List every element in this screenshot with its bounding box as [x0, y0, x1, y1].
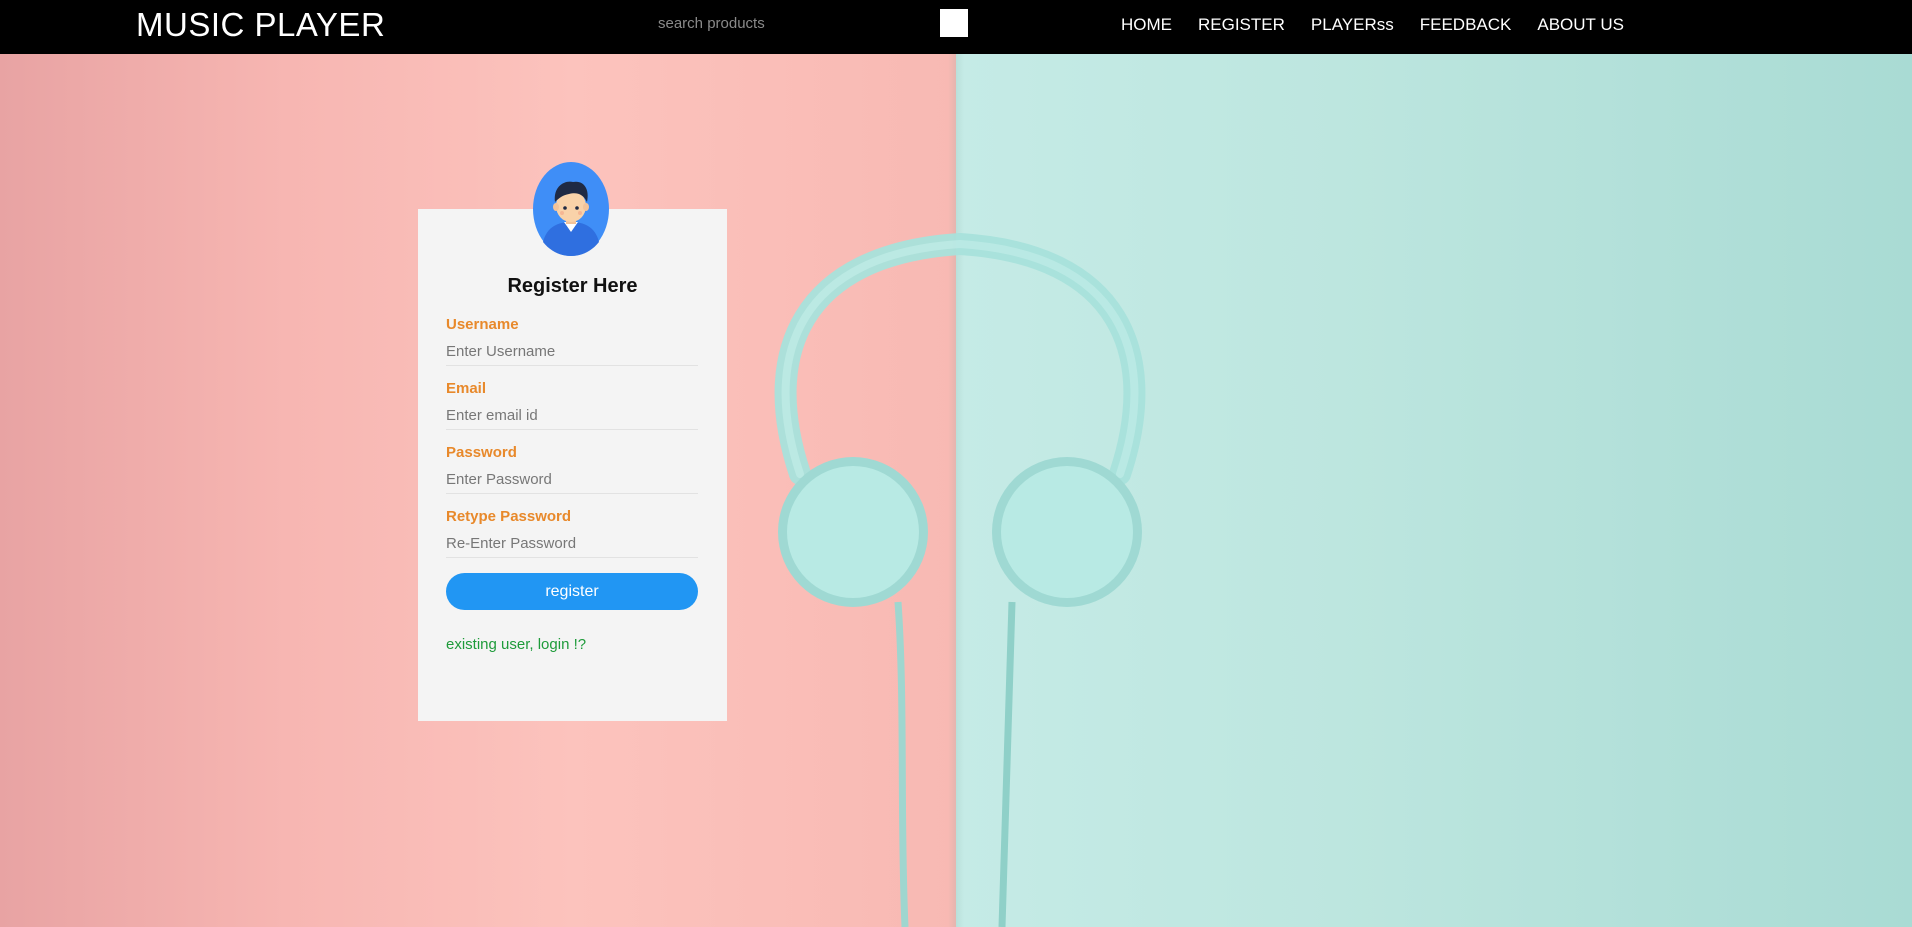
retype-password-label: Retype Password [446, 508, 572, 525]
register-card: Register Here Username Email Password Re… [418, 209, 727, 721]
top-navbar: MUSIC PLAYER HOME REGISTER PLAYERss FEED… [0, 0, 1912, 54]
search-input[interactable] [658, 11, 928, 35]
username-field[interactable] [446, 338, 698, 366]
login-link[interactable]: existing user, login !? [446, 636, 586, 653]
user-avatar-icon [533, 162, 609, 256]
background [0, 54, 1912, 927]
password-field[interactable] [446, 466, 698, 494]
nav-link-home[interactable]: HOME [1121, 15, 1172, 35]
username-label: Username [446, 316, 519, 333]
nav-link-about-us[interactable]: ABOUT US [1537, 15, 1624, 35]
email-label: Email [446, 380, 487, 397]
password-label: Password [446, 444, 517, 461]
form-title: Register Here [507, 275, 638, 297]
register-button[interactable]: register [446, 573, 698, 610]
nav-link-players[interactable]: PLAYERss [1311, 15, 1394, 35]
nav-link-feedback[interactable]: FEEDBACK [1420, 15, 1512, 35]
email-field[interactable] [446, 402, 698, 430]
headphones-icon [774, 232, 1146, 927]
nav-link-register[interactable]: REGISTER [1198, 15, 1285, 35]
retype-password-field[interactable] [446, 530, 698, 558]
nav-menu: HOME REGISTER PLAYERss FEEDBACK ABOUT US [1121, 15, 1650, 35]
search-button[interactable] [940, 9, 968, 37]
site-brand[interactable]: MUSIC PLAYER [136, 6, 385, 44]
